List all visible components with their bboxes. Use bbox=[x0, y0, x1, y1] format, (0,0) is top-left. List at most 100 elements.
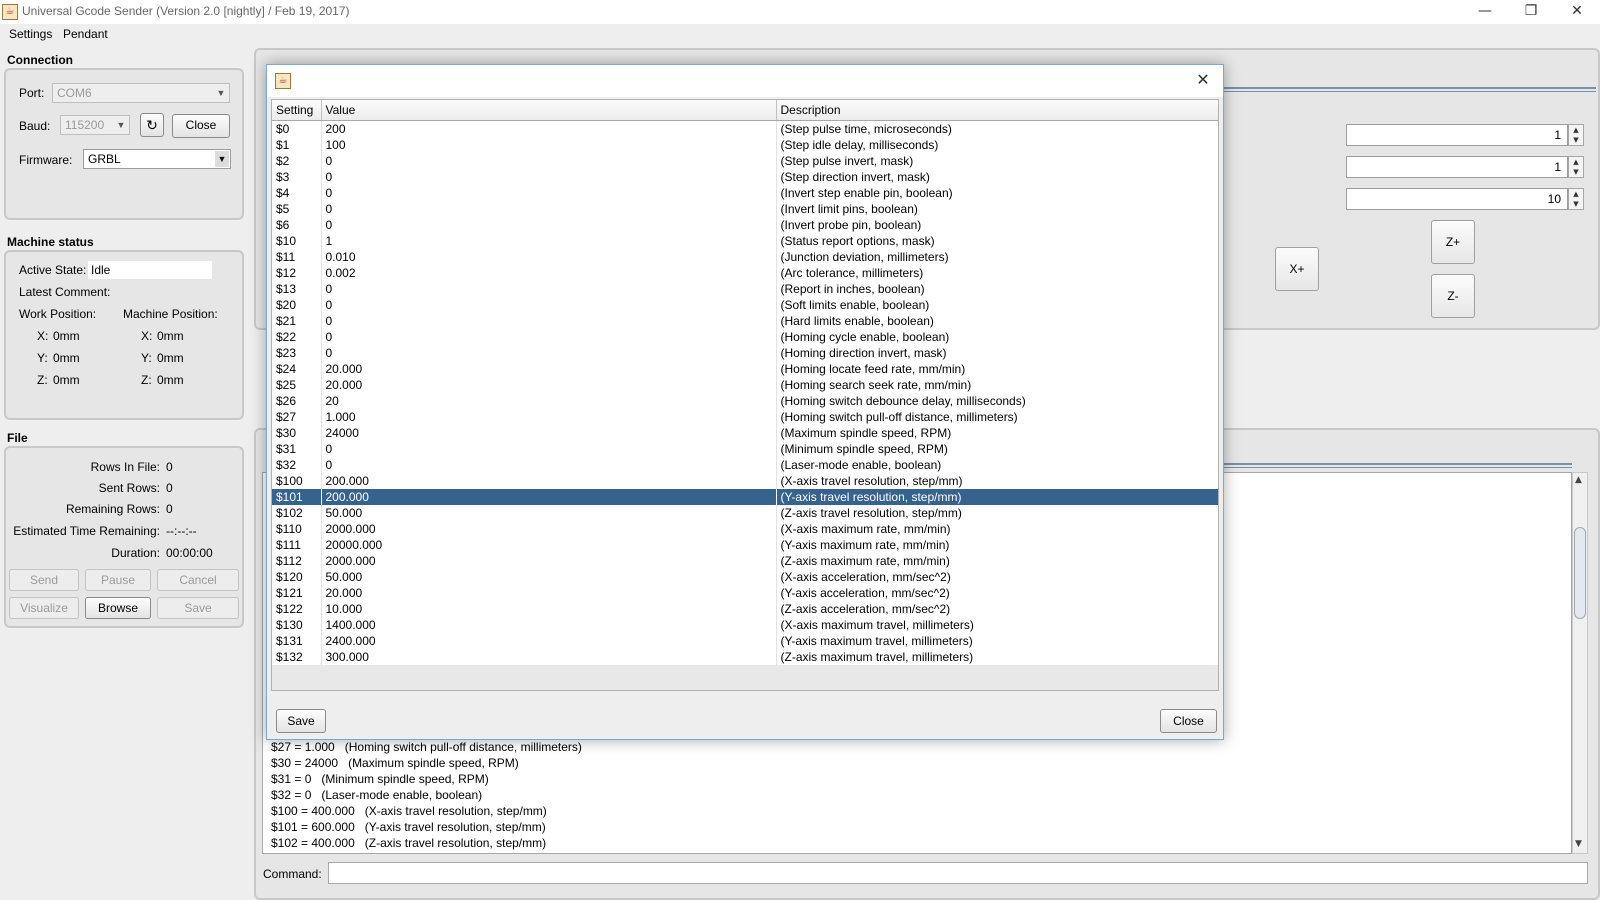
table-row[interactable]: $26 20 (Homing switch debounce delay, mill… bbox=[272, 392, 1218, 409]
cell-value[interactable]: 1.000 bbox=[321, 408, 777, 425]
cell-value[interactable]: 200.000 bbox=[321, 488, 777, 505]
cell-value[interactable]: 0 bbox=[321, 296, 777, 313]
table-row[interactable]: $23 0 (Homing direction invert, mask) bbox=[272, 344, 1218, 361]
z-step-input[interactable]: 1 bbox=[1346, 156, 1568, 178]
column-header-setting[interactable]: Setting bbox=[272, 100, 322, 121]
cancel-button[interactable]: Cancel bbox=[157, 569, 239, 591]
table-row[interactable]: $25 20.000 (Homing search seek rate, mm/mi… bbox=[272, 376, 1218, 393]
table-row[interactable]: $32 0 (Laser-mode enable, boolean) bbox=[272, 456, 1218, 473]
feed-rate-spinner[interactable]: ▲ ▼ bbox=[1568, 188, 1584, 210]
cell-value[interactable]: 300.000 bbox=[321, 648, 777, 665]
visualize-button[interactable]: Visualize bbox=[9, 597, 79, 619]
table-row[interactable]: $102 50.000 (Z-axis travel resolution, ste… bbox=[272, 504, 1218, 521]
table-row[interactable]: $132 300.000 (Z-axis maximum travel, milli… bbox=[272, 648, 1218, 665]
cell-value[interactable]: 200 bbox=[321, 120, 777, 137]
file-save-button[interactable]: Save bbox=[157, 597, 239, 619]
cell-value[interactable]: 200.000 bbox=[321, 472, 777, 489]
baud-select[interactable]: 115200 ▼ bbox=[60, 115, 130, 135]
cell-value[interactable]: 0.002 bbox=[321, 264, 777, 281]
table-row[interactable]: $0 200 (Step pulse time, microseconds) bbox=[272, 120, 1218, 137]
cell-value[interactable]: 0 bbox=[321, 184, 777, 201]
feed-rate-input[interactable]: 10 bbox=[1346, 188, 1568, 210]
xy-step-spinner[interactable]: ▲ ▼ bbox=[1568, 124, 1584, 146]
cell-value[interactable]: 2000.000 bbox=[321, 552, 777, 569]
console-scroll-thumb[interactable] bbox=[1574, 527, 1586, 619]
table-row[interactable]: $27 1.000 (Homing switch pull-off distance… bbox=[272, 408, 1218, 425]
dialog-save-button[interactable]: Save bbox=[276, 709, 326, 733]
table-row[interactable]: $2 0 (Step pulse invert, mask) bbox=[272, 152, 1218, 169]
cell-value[interactable]: 2400.000 bbox=[321, 632, 777, 649]
table-row[interactable]: $1 100 (Step idle delay, milliseconds) bbox=[272, 136, 1218, 153]
cell-value[interactable]: 20.000 bbox=[321, 376, 777, 393]
cell-value[interactable]: 1 bbox=[321, 232, 777, 249]
window-close-button[interactable]: ✕ bbox=[1554, 0, 1600, 24]
table-row[interactable]: $3 0 (Step direction invert, mask) bbox=[272, 168, 1218, 185]
table-row[interactable]: $110 2000.000 (X-axis maximum rate, mm/min… bbox=[272, 520, 1218, 537]
cell-value[interactable]: 1400.000 bbox=[321, 616, 777, 633]
table-row[interactable]: $10 1 (Status report options, mask) bbox=[272, 232, 1218, 249]
cell-value[interactable]: 24000 bbox=[321, 424, 777, 441]
column-header-description[interactable]: Description bbox=[776, 100, 1218, 121]
maximize-button[interactable]: ❐ bbox=[1508, 0, 1554, 24]
table-row[interactable]: $31 0 (Minimum spindle speed, RPM) bbox=[272, 440, 1218, 457]
cell-value[interactable]: 0.010 bbox=[321, 248, 777, 265]
table-row[interactable]: $131 2400.000 (Y-axis maximum travel, mill… bbox=[272, 632, 1218, 649]
cell-value[interactable]: 0 bbox=[321, 216, 777, 233]
xy-step-input[interactable]: 1 bbox=[1346, 124, 1568, 146]
dialog-close-button[interactable]: Close bbox=[1160, 709, 1217, 733]
jog-z-minus-button[interactable]: Z- bbox=[1431, 274, 1475, 318]
table-row[interactable]: $112 2000.000 (Z-axis maximum rate, mm/min… bbox=[272, 552, 1218, 569]
table-row[interactable]: $6 0 (Invert probe pin, boolean) bbox=[272, 216, 1218, 233]
jog-x-plus-button[interactable]: X+ bbox=[1275, 247, 1319, 291]
menu-settings[interactable]: Settings bbox=[9, 27, 52, 41]
table-row[interactable]: $30 24000 (Maximum spindle speed, RPM) bbox=[272, 424, 1218, 441]
minimize-button[interactable]: — bbox=[1462, 0, 1508, 24]
table-row[interactable]: $120 50.000 (X-axis acceleration, mm/sec^2… bbox=[272, 568, 1218, 585]
cell-value[interactable]: 50.000 bbox=[321, 504, 777, 521]
table-row[interactable]: $12 0.002 (Arc tolerance, millimeters) bbox=[272, 264, 1218, 281]
jog-z-plus-button[interactable]: Z+ bbox=[1431, 220, 1475, 264]
cell-value[interactable]: 0 bbox=[321, 456, 777, 473]
table-row[interactable]: $4 0 (Invert step enable pin, boolean) bbox=[272, 184, 1218, 201]
cell-value[interactable]: 20.000 bbox=[321, 360, 777, 377]
cell-value[interactable]: 50.000 bbox=[321, 568, 777, 585]
table-row[interactable]: $130 1400.000 (X-axis maximum travel, mill… bbox=[272, 616, 1218, 633]
cell-value[interactable]: 20 bbox=[321, 392, 777, 409]
table-row[interactable]: $22 0 (Homing cycle enable, boolean) bbox=[272, 328, 1218, 345]
table-row[interactable]: $111 20000.000 (Y-axis maximum rate, mm/mi… bbox=[272, 536, 1218, 553]
cell-value[interactable]: 20000.000 bbox=[321, 536, 777, 553]
command-input[interactable] bbox=[328, 862, 1588, 884]
table-row[interactable]: $21 0 (Hard limits enable, boolean) bbox=[272, 312, 1218, 329]
menu-pendant[interactable]: Pendant bbox=[63, 27, 108, 41]
table-row[interactable]: $5 0 (Invert limit pins, boolean) bbox=[272, 200, 1218, 217]
table-row[interactable]: $121 20.000 (Y-axis acceleration, mm/sec^2… bbox=[272, 584, 1218, 601]
column-header-value[interactable]: Value bbox=[321, 100, 777, 121]
cell-value[interactable]: 0 bbox=[321, 280, 777, 297]
table-row[interactable]: $100 200.000 (X-axis travel resolution, st… bbox=[272, 472, 1218, 489]
cell-value[interactable]: 100 bbox=[321, 136, 777, 153]
cell-value[interactable]: 0 bbox=[321, 200, 777, 217]
cell-value[interactable]: 0 bbox=[321, 344, 777, 361]
cell-value[interactable]: 2000.000 bbox=[321, 520, 777, 537]
send-button[interactable]: Send bbox=[9, 569, 79, 591]
cell-value[interactable]: 0 bbox=[321, 168, 777, 185]
table-row[interactable]: $122 10.000 (Z-axis acceleration, mm/sec^2… bbox=[272, 600, 1218, 617]
connection-close-button[interactable]: Close bbox=[172, 114, 230, 138]
pause-button[interactable]: Pause bbox=[85, 569, 151, 591]
cell-value[interactable]: 20.000 bbox=[321, 584, 777, 601]
cell-value[interactable]: 10.000 bbox=[321, 600, 777, 617]
cell-value[interactable]: 0 bbox=[321, 328, 777, 345]
firmware-select[interactable]: GRBL ▼ bbox=[83, 149, 231, 169]
cell-value[interactable]: 0 bbox=[321, 312, 777, 329]
refresh-ports-button[interactable]: ↻ bbox=[140, 113, 164, 137]
table-row[interactable]: $24 20.000 (Homing locate feed rate, mm/mi… bbox=[272, 360, 1218, 377]
table-row[interactable]: $101 200.000 (Y-axis travel resolution, st… bbox=[272, 488, 1218, 505]
port-select[interactable]: COM6 ▼ bbox=[52, 83, 230, 103]
z-step-spinner[interactable]: ▲ ▼ bbox=[1568, 156, 1584, 178]
table-row[interactable]: $20 0 (Soft limits enable, boolean) bbox=[272, 296, 1218, 313]
cell-value[interactable]: 0 bbox=[321, 152, 777, 169]
console-scrollbar[interactable]: ▲ ▼ bbox=[1572, 472, 1588, 854]
table-row[interactable]: $13 0 (Report in inches, boolean) bbox=[272, 280, 1218, 297]
dialog-close-icon[interactable]: ✕ bbox=[1191, 69, 1215, 93]
browse-button[interactable]: Browse bbox=[85, 597, 151, 619]
